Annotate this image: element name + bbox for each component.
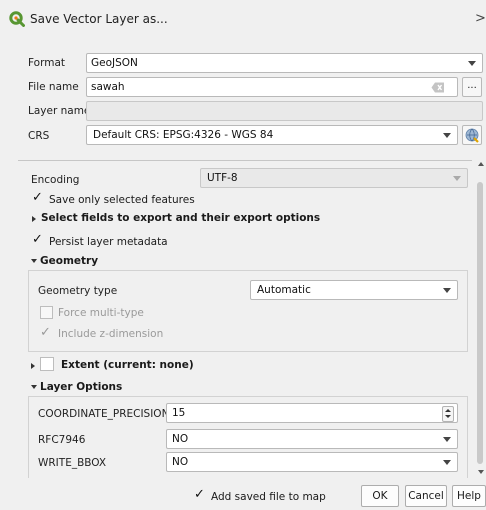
format-value: GeoJSON [91, 57, 138, 69]
expand-arrow-icon[interactable] [31, 363, 35, 369]
format-combobox[interactable]: GeoJSON [86, 53, 483, 73]
chevron-down-icon [443, 437, 451, 442]
collapse-arrow-icon[interactable] [31, 385, 37, 389]
ok-button[interactable]: OK [361, 485, 399, 507]
collapse-arrow-icon[interactable] [31, 259, 37, 263]
chevron-down-icon [443, 288, 451, 293]
layer-option-value: 15 [172, 407, 186, 419]
browse-button[interactable]: ... [462, 77, 482, 97]
encoding-value: UTF-8 [207, 172, 238, 184]
layername-label: Layer name [28, 105, 91, 117]
save-selected-checkbox[interactable]: ✓ [32, 190, 43, 205]
save-selected-label: Save only selected features [49, 194, 195, 206]
clear-text-icon[interactable] [431, 82, 445, 93]
geometry-type-combobox[interactable]: Automatic [250, 280, 458, 300]
crs-combobox[interactable]: Default CRS: EPSG:4326 - WGS 84 [86, 125, 458, 145]
format-label: Format [28, 57, 66, 69]
coordinate-precision-spinbox[interactable]: 15 [166, 403, 458, 423]
layer-option-name: RFC7946 [38, 434, 86, 446]
globe-icon [465, 128, 479, 143]
qgis-logo-icon [9, 11, 25, 27]
filename-value: sawah [91, 81, 125, 93]
help-button[interactable]: Help [452, 485, 486, 507]
encoding-label: Encoding [31, 174, 80, 186]
cancel-button[interactable]: Cancel [405, 485, 447, 507]
layer-option-value: NO [172, 456, 189, 468]
chevron-down-icon [443, 133, 451, 138]
rfc7946-combobox[interactable]: NO [166, 429, 458, 449]
layer-option-name: COORDINATE_PRECISION [38, 408, 170, 420]
force-multi-checkbox [40, 306, 53, 319]
scroll-down-icon[interactable] [478, 470, 484, 474]
select-fields-section[interactable]: Select fields to export and their export… [41, 212, 320, 224]
expand-arrow-icon[interactable] [32, 216, 36, 222]
force-multi-label: Force multi-type [58, 307, 144, 319]
layername-input [86, 101, 483, 121]
chevron-down-icon [453, 176, 461, 181]
chevron-down-icon [443, 460, 451, 465]
persist-metadata-checkbox[interactable]: ✓ [32, 232, 43, 247]
window-title: Save Vector Layer as... [30, 12, 168, 26]
spinbox-arrows-icon[interactable] [442, 406, 454, 422]
crs-select-button[interactable] [462, 125, 482, 145]
write-bbox-combobox[interactable]: NO [166, 452, 458, 472]
layer-option-value: NO [172, 433, 189, 445]
add-to-map-label: Add saved file to map [211, 491, 326, 503]
geometry-group-header[interactable]: Geometry [40, 255, 98, 267]
geometry-type-label: Geometry type [38, 285, 118, 297]
encoding-combobox: UTF-8 [200, 168, 468, 188]
filename-label: File name [28, 81, 79, 93]
include-z-checkbox: ✓ [40, 325, 51, 340]
include-z-label: Include z-dimension [58, 328, 164, 340]
scrollbar-thumb[interactable] [477, 182, 483, 464]
scroll-up-icon[interactable] [478, 162, 484, 166]
filename-input[interactable]: sawah [86, 77, 458, 97]
crs-value: Default CRS: EPSG:4326 - WGS 84 [93, 129, 274, 141]
crs-label: CRS [28, 130, 50, 142]
close-icon[interactable]: > [475, 11, 486, 26]
chevron-down-icon [468, 61, 476, 66]
extent-checkbox[interactable] [40, 357, 54, 371]
layer-option-name: WRITE_BBOX [38, 457, 107, 469]
add-to-map-checkbox[interactable]: ✓ [194, 487, 205, 502]
layer-options-header[interactable]: Layer Options [40, 381, 122, 393]
geometry-type-value: Automatic [257, 284, 311, 296]
extent-section[interactable]: Extent (current: none) [61, 359, 194, 371]
persist-metadata-label: Persist layer metadata [49, 236, 168, 248]
